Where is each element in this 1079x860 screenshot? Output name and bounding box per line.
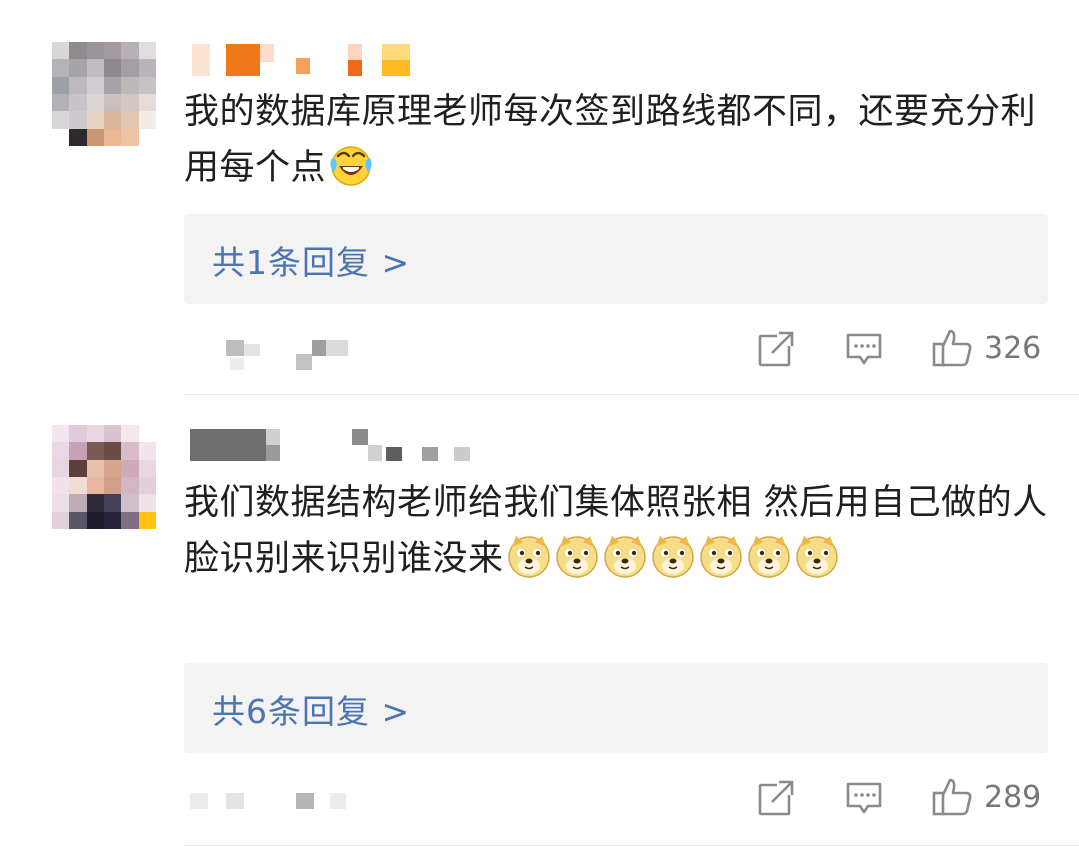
- comment-text: 我们数据结构老师给我们集体照张相 然后用自己做的人脸识别来识别谁没来: [184, 483, 1048, 579]
- comment-item: 我们数据结构老师给我们集体照张相 然后用自己做的人脸识别来识别谁没来 共6条回复…: [0, 395, 1079, 860]
- view-replies-link[interactable]: 共1条回复 >: [212, 236, 410, 284]
- doge-emoji: [746, 533, 792, 579]
- comment-button[interactable]: [845, 776, 883, 820]
- thumbs-up-icon: [932, 778, 972, 816]
- timestamp-redacted: [226, 336, 356, 370]
- doge-emoji: [506, 533, 552, 579]
- comment-button[interactable]: [845, 327, 883, 371]
- laughing-tears-emoji: [328, 142, 374, 188]
- reply-summary[interactable]: 共1条回复 >: [184, 214, 1048, 304]
- comment-text: 我的数据库原理老师每次签到路线都不同，还要充分利用每个点: [184, 92, 1037, 188]
- comment-icon: [846, 333, 882, 365]
- thumbs-up-icon: [932, 329, 972, 367]
- username-redacted[interactable]: [192, 42, 422, 78]
- like-count: 326: [984, 330, 1042, 366]
- like-button[interactable]: 326: [932, 326, 1041, 370]
- doge-emoji: [794, 533, 840, 579]
- view-replies-link[interactable]: 共6条回复 >: [212, 685, 410, 733]
- comment-item: 我的数据库原理老师每次签到路线都不同，还要充分利用每个点 共1条回复 > 326: [0, 0, 1079, 395]
- comment-divider: [184, 845, 1079, 846]
- timestamp-redacted: [190, 789, 360, 819]
- avatar[interactable]: [52, 42, 156, 146]
- doge-emoji: [554, 533, 600, 579]
- share-icon: [758, 331, 794, 367]
- like-count: 289: [984, 779, 1042, 815]
- share-button[interactable]: [757, 327, 795, 371]
- doge-emoji: [650, 533, 696, 579]
- doge-emoji: [698, 533, 744, 579]
- share-button[interactable]: [757, 776, 795, 820]
- share-icon: [758, 780, 794, 816]
- avatar[interactable]: [52, 425, 156, 529]
- comment-icon: [846, 782, 882, 814]
- like-button[interactable]: 289: [932, 775, 1041, 819]
- doge-emoji: [602, 533, 648, 579]
- username-redacted[interactable]: [190, 427, 470, 463]
- reply-summary[interactable]: 共6条回复 >: [184, 663, 1048, 753]
